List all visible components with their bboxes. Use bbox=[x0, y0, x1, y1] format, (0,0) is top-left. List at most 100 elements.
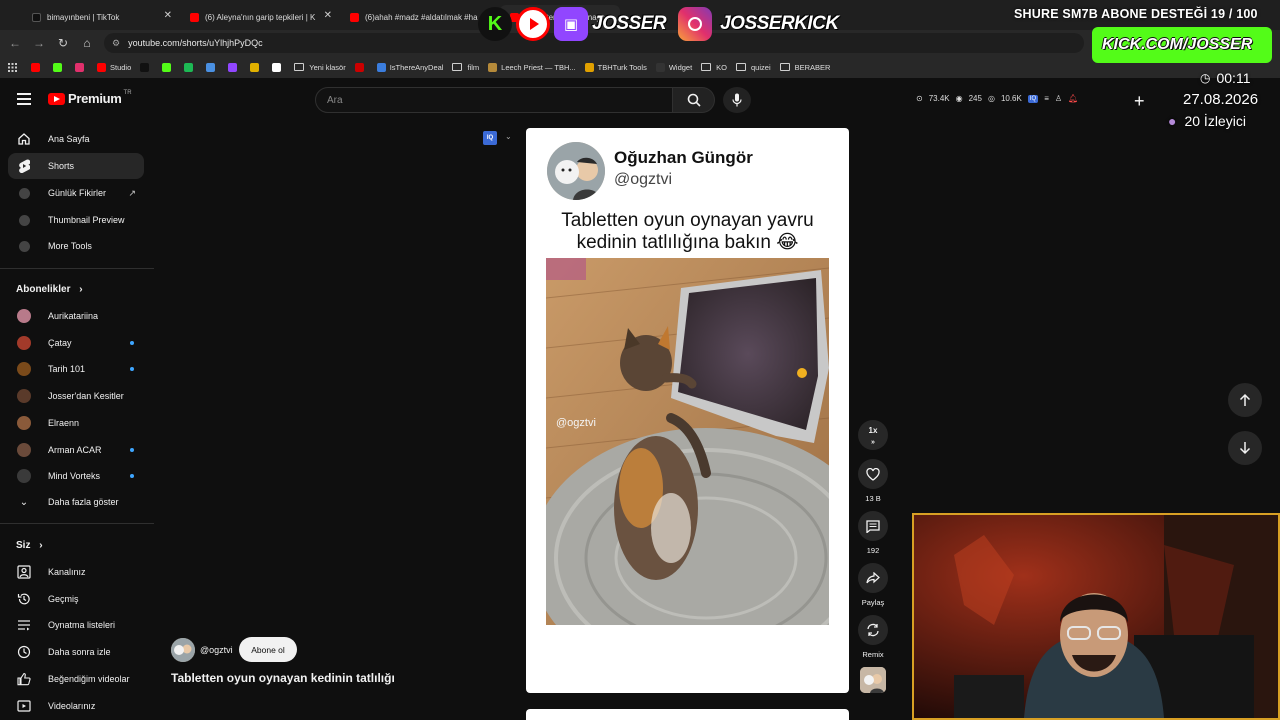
bookmark-item[interactable] bbox=[272, 62, 285, 72]
reload-icon[interactable]: ↻ bbox=[55, 35, 71, 51]
you-heading[interactable]: Siz › bbox=[16, 540, 43, 551]
bookmark-item[interactable] bbox=[31, 62, 44, 72]
stream-uptime: ◷ 00:11 bbox=[1200, 70, 1250, 86]
bookmark-favicon-icon bbox=[655, 62, 665, 72]
channel-name[interactable]: @ogztvi bbox=[200, 645, 233, 655]
subscription-item[interactable]: Arman ACAR bbox=[8, 437, 144, 463]
sidebar-item-history[interactable]: Geçmiş bbox=[8, 586, 144, 612]
sidebar-item-more-tools[interactable]: More Tools bbox=[8, 233, 144, 259]
remix-label: Remix bbox=[862, 650, 884, 659]
bookmark-item[interactable]: BERABER bbox=[779, 63, 830, 72]
bookmark-item[interactable]: Yeni klasör bbox=[294, 63, 346, 72]
sound-thumbnail[interactable] bbox=[860, 667, 886, 693]
sidebar-item-playlists[interactable]: Oynatma listeleri bbox=[8, 612, 144, 638]
sidebar-item-daily-ideas[interactable]: Günlük Fikirler ↗ bbox=[8, 180, 144, 206]
author-avatar bbox=[547, 142, 605, 200]
browser-tab[interactable]: (6) Aleyna'nın garip tepkileri | K ✕ bbox=[180, 5, 340, 30]
bookmark-item[interactable]: KO bbox=[701, 63, 727, 72]
folder-icon bbox=[701, 63, 712, 71]
back-icon[interactable]: ← bbox=[7, 35, 23, 51]
bookmark-item[interactable]: quizei bbox=[736, 63, 771, 72]
search-button[interactable] bbox=[673, 87, 715, 113]
subscription-item[interactable]: Aurikatariina bbox=[8, 303, 144, 329]
bookmark-item[interactable]: Studio bbox=[97, 62, 132, 72]
stat-views: 73.4K bbox=[928, 94, 950, 103]
remix-button[interactable] bbox=[858, 615, 888, 645]
trophy-icon[interactable]: ♙ bbox=[1055, 94, 1062, 103]
watch-icon: ◎ bbox=[987, 94, 995, 103]
sidebar-item-videos[interactable]: Videolarınız bbox=[8, 693, 144, 719]
new-content-dot bbox=[130, 447, 134, 452]
previous-short-button[interactable] bbox=[1228, 383, 1262, 417]
like-button[interactable] bbox=[858, 459, 888, 489]
bookmark-item[interactable] bbox=[184, 62, 197, 72]
bell-icon[interactable]: 🔔︎ bbox=[1068, 94, 1078, 103]
playback-speed-button[interactable]: 1x » bbox=[858, 420, 888, 450]
new-content-dot bbox=[130, 367, 134, 372]
menu-icon[interactable] bbox=[17, 93, 31, 108]
forward-icon[interactable]: → bbox=[31, 35, 47, 51]
sidebar-item-label: Thumbnail Preview bbox=[48, 215, 125, 225]
next-short-button[interactable] bbox=[1228, 431, 1262, 465]
sidebar-item-watch-later[interactable]: Daha sonra izle bbox=[8, 639, 144, 665]
iq-extension-badge[interactable]: IQ bbox=[483, 131, 497, 145]
close-tab-icon[interactable]: ✕ bbox=[164, 10, 172, 21]
show-more-button[interactable]: ⌄ Daha fazla göster bbox=[8, 489, 144, 515]
sidebar-item-channel[interactable]: Kanalınız bbox=[8, 559, 144, 585]
bookmark-label: TBHTurk Tools bbox=[597, 62, 647, 72]
close-tab-icon[interactable]: ✕ bbox=[324, 10, 332, 21]
bookmark-label: Studio bbox=[110, 62, 132, 72]
site-info-icon[interactable]: ⚙ bbox=[112, 38, 120, 49]
next-short-preview[interactable] bbox=[526, 709, 849, 720]
channel-avatar bbox=[17, 389, 31, 404]
comments-button[interactable] bbox=[858, 511, 888, 541]
subscription-label: Arman ACAR bbox=[48, 444, 102, 455]
bookmark-item[interactable] bbox=[228, 62, 241, 72]
uptime-value: 00:11 bbox=[1216, 70, 1251, 86]
bookmark-item[interactable] bbox=[354, 62, 368, 72]
subscription-item[interactable]: Mind Vorteks bbox=[8, 463, 144, 489]
kick-url-badge: KICK.COM/JOSSER bbox=[1092, 27, 1272, 63]
subscriptions-heading[interactable]: Abonelikler › bbox=[16, 284, 83, 295]
bookmark-item[interactable] bbox=[250, 62, 263, 72]
share-button[interactable] bbox=[858, 563, 888, 593]
apps-grid-icon[interactable] bbox=[8, 62, 17, 72]
browser-tab[interactable]: bimayınbeni | TikTok ✕ bbox=[22, 5, 180, 30]
channel-avatar[interactable] bbox=[171, 638, 195, 662]
subscribe-button[interactable]: Abone ol bbox=[239, 637, 297, 662]
subscription-item[interactable]: Tarih 101 bbox=[8, 356, 144, 382]
browser-tab[interactable]: (6)ahah #madz #aldatılmak #ha bbox=[340, 5, 480, 30]
bookmark-item[interactable] bbox=[162, 62, 175, 72]
bookmark-item[interactable] bbox=[206, 62, 219, 72]
list-icon[interactable]: ≡ bbox=[1044, 94, 1049, 103]
sidebar-item-home[interactable]: Ana Sayfa bbox=[8, 126, 144, 152]
channel-icon bbox=[16, 564, 32, 580]
folder-icon bbox=[452, 63, 463, 71]
bookmark-item[interactable]: IsThereAnyDeal bbox=[376, 62, 443, 72]
viewer-count: ● 20 İzleyici bbox=[1168, 113, 1246, 129]
home-icon[interactable]: ⌂ bbox=[79, 35, 95, 51]
subscription-item[interactable]: Elraenn bbox=[8, 410, 144, 436]
url-text: youtube.com/shorts/uYlhjhPyDQc bbox=[128, 38, 263, 48]
create-icon[interactable]: + bbox=[1134, 91, 1145, 112]
subscription-item[interactable]: Josser'dan Kesitler bbox=[8, 383, 144, 409]
iq-icon[interactable]: IQ bbox=[1027, 94, 1039, 103]
bookmark-item[interactable]: TBHTurk Tools bbox=[584, 62, 647, 72]
bookmark-item[interactable]: film bbox=[452, 63, 479, 72]
search-input[interactable]: Ara bbox=[315, 87, 673, 113]
bookmark-item[interactable]: Widget bbox=[655, 62, 692, 72]
bookmark-item[interactable] bbox=[53, 62, 66, 72]
sidebar-item-shorts[interactable]: Shorts bbox=[8, 153, 144, 179]
eye-icon: ◉ bbox=[955, 94, 963, 103]
chevron-down-icon[interactable]: ⌄ bbox=[505, 132, 512, 141]
sidebar-item-thumbnail-preview[interactable]: Thumbnail Preview bbox=[8, 207, 144, 233]
youtube-premium-logo[interactable]: Premium TR bbox=[48, 90, 132, 106]
bookmark-item[interactable] bbox=[140, 62, 153, 72]
bookmark-item[interactable]: Leech Priest — TBH... bbox=[488, 62, 576, 72]
bookmark-item[interactable] bbox=[75, 62, 88, 72]
subscription-item[interactable]: Çatay bbox=[8, 330, 144, 356]
sidebar-item-label: Ana Sayfa bbox=[48, 134, 90, 144]
voice-search-button[interactable] bbox=[723, 87, 751, 113]
sidebar-item-like[interactable]: Beğendiğim videolar bbox=[8, 666, 144, 692]
short-video-player[interactable]: Oğuzhan Güngör @ogztvi Tabletten oyun oy… bbox=[526, 128, 849, 693]
